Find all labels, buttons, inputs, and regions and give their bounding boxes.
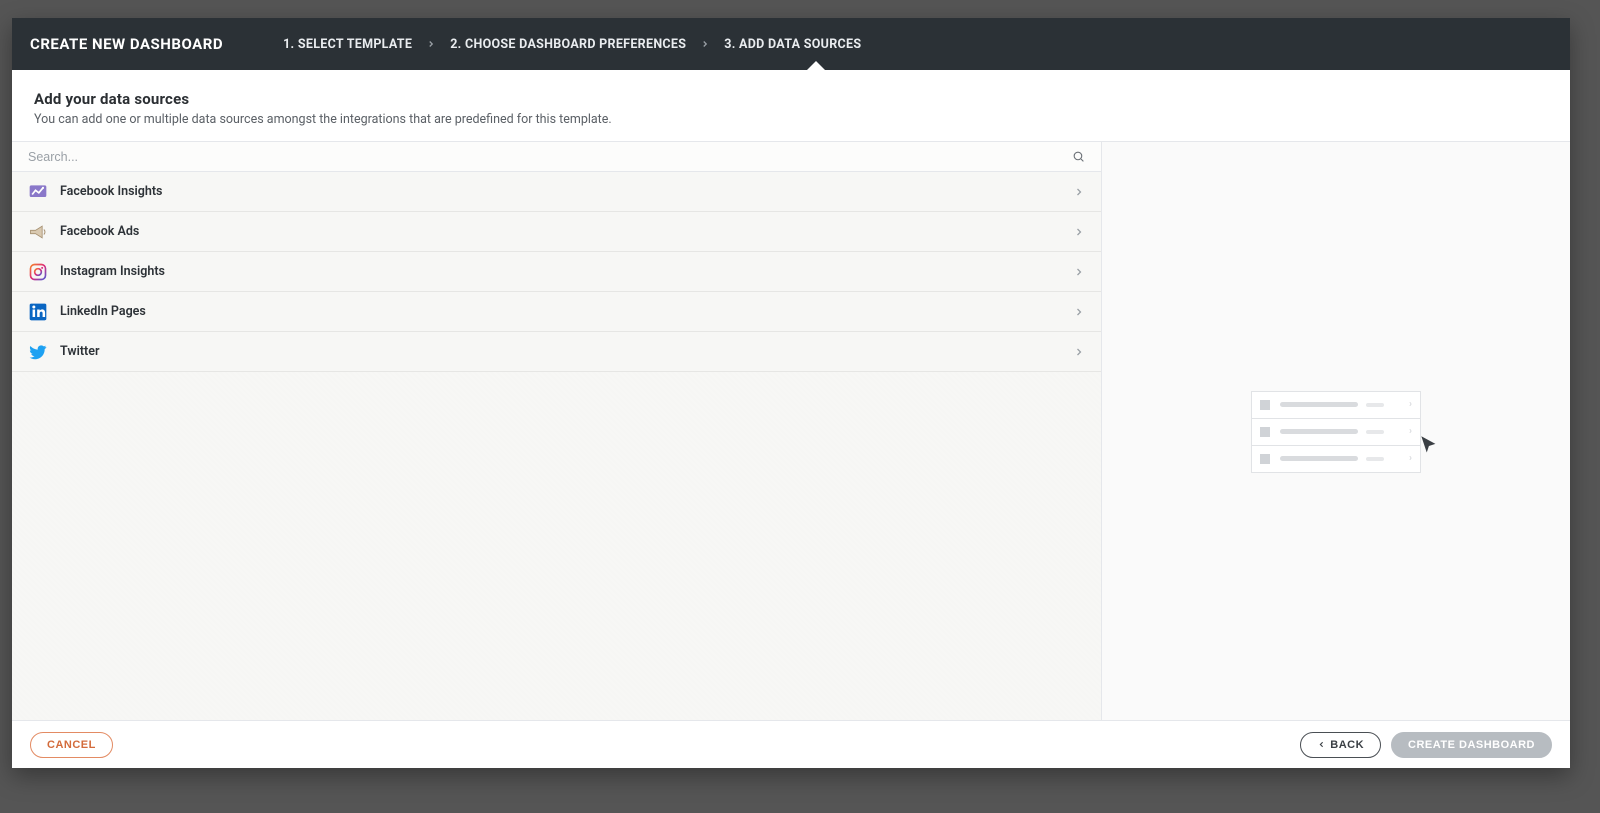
source-label: Instagram Insights xyxy=(60,264,165,279)
source-item-instagram-insights[interactable]: Instagram Insights xyxy=(12,252,1101,292)
source-item-linkedin-pages[interactable]: LinkedIn Pages xyxy=(12,292,1101,332)
chevron-left-icon xyxy=(1317,740,1326,749)
chevron-right-icon xyxy=(1073,186,1085,198)
source-list: Facebook Insights Facebook Ads xyxy=(12,172,1101,372)
active-step-caret xyxy=(806,61,826,71)
facebook-insights-icon xyxy=(28,182,48,202)
source-label: Twitter xyxy=(60,344,99,359)
cursor-icon xyxy=(1417,433,1443,459)
search-input[interactable] xyxy=(28,150,1072,164)
modal-title: CREATE NEW DASHBOARD xyxy=(30,35,223,53)
source-label: Facebook Insights xyxy=(60,184,162,199)
cancel-button[interactable]: CANCEL xyxy=(30,732,113,758)
step-select-template[interactable]: 1. SELECT TEMPLATE xyxy=(283,37,412,52)
twitter-icon xyxy=(28,342,48,362)
chevron-right-icon xyxy=(700,39,710,49)
chevron-right-icon xyxy=(1073,346,1085,358)
intro-block: Add your data sources You can add one or… xyxy=(12,70,1570,141)
source-item-facebook-ads[interactable]: Facebook Ads xyxy=(12,212,1101,252)
intro-heading: Add your data sources xyxy=(34,90,1548,108)
facebook-ads-icon xyxy=(28,222,48,242)
source-item-facebook-insights[interactable]: Facebook Insights xyxy=(12,172,1101,212)
data-source-panel: Facebook Insights Facebook Ads xyxy=(12,142,1102,720)
create-dashboard-button[interactable]: CREATE DASHBOARD xyxy=(1391,732,1552,758)
source-label: Facebook Ads xyxy=(60,224,139,239)
search-icon xyxy=(1072,150,1085,163)
back-button[interactable]: BACK xyxy=(1300,732,1381,758)
chevron-right-icon xyxy=(1073,306,1085,318)
step-add-data-sources[interactable]: 3. ADD DATA SOURCES xyxy=(724,37,861,52)
modal-body: Facebook Insights Facebook Ads xyxy=(12,141,1570,720)
back-button-label: BACK xyxy=(1330,739,1364,751)
linkedin-icon xyxy=(28,302,48,322)
source-label: LinkedIn Pages xyxy=(60,304,146,319)
intro-subtext: You can add one or multiple data sources… xyxy=(34,112,1548,127)
instagram-icon xyxy=(28,262,48,282)
modal-footer: CANCEL BACK CREATE DASHBOARD xyxy=(12,720,1570,768)
chevron-right-icon xyxy=(426,39,436,49)
chevron-right-icon xyxy=(1073,266,1085,278)
step-choose-preferences[interactable]: 2. CHOOSE DASHBOARD PREFERENCES xyxy=(450,37,686,52)
select-source-illustration: › › › xyxy=(1251,391,1421,472)
search-row xyxy=(12,142,1101,172)
source-item-twitter[interactable]: Twitter xyxy=(12,332,1101,372)
chevron-right-icon xyxy=(1073,226,1085,238)
create-dashboard-modal: CREATE NEW DASHBOARD 1. SELECT TEMPLATE … xyxy=(12,18,1570,768)
modal-header: CREATE NEW DASHBOARD 1. SELECT TEMPLATE … xyxy=(12,18,1570,70)
wizard-steps: 1. SELECT TEMPLATE 2. CHOOSE DASHBOARD P… xyxy=(283,37,861,52)
illustration-panel: › › › xyxy=(1102,142,1570,720)
